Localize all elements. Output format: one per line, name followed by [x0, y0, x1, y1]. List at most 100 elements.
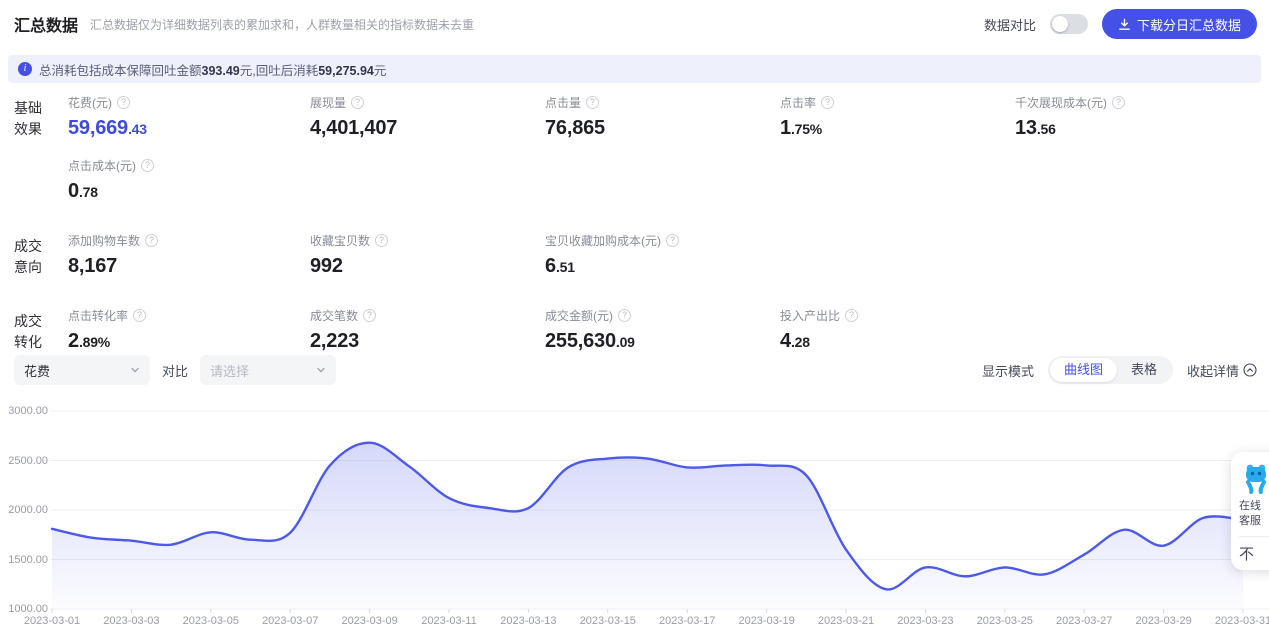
metric-value: 13.56: [1015, 117, 1056, 139]
chart-controls: 花费 对比 请选择 显示模式 曲线图 表格 收起详情: [14, 355, 1257, 385]
download-button-label: 下载分日汇总数据: [1136, 17, 1241, 33]
metric-card: 宝贝收藏加购成本(元) ? 6.51: [545, 231, 780, 278]
display-mode-segmented: 曲线图 表格: [1047, 356, 1173, 384]
collapse-details-label: 收起详情: [1186, 363, 1239, 379]
x-axis-label: 2023-03-05: [182, 615, 239, 627]
data-compare-label: 数据对比: [983, 17, 1036, 33]
metric-card: 点击率 ? 1.75%: [780, 93, 1015, 140]
spend-trend-chart: 3000.00 2500.00 2000.00 1500.00 1000.00 2023-…: [0, 400, 1269, 635]
y-axis-label: 1000.00: [8, 603, 48, 615]
header-actions: 数据对比 下载分日汇总数据: [984, 9, 1257, 39]
metric-label: 花费(元): [68, 95, 112, 110]
metric-card: 添加购物车数 ? 8,167: [68, 231, 310, 278]
page-title: 汇总数据: [14, 18, 79, 35]
metric-value: 2.89%: [68, 330, 111, 352]
help-icon[interactable]: ?: [666, 233, 679, 247]
metrics-sections: 基础 效果 花费(元) ? 59,669.43 展现量 ? 4,401,407 点…: [14, 93, 1269, 381]
customer-service-mascot-icon: [1246, 464, 1266, 494]
x-axis-label: 2023-03-03: [103, 615, 160, 627]
metric-label: 宝贝收藏加购成本(元): [545, 233, 661, 248]
circle-chevron-up-icon: [1243, 363, 1257, 377]
metric-card: 点击成本(元) ? 0.78: [68, 156, 310, 203]
area-fill: [52, 442, 1243, 609]
metric-value: 1.75%: [780, 117, 823, 139]
metric-label: 收藏宝贝数: [310, 233, 371, 248]
x-axis-label: 2023-03-07: [262, 615, 319, 627]
data-compare-toggle[interactable]: [1049, 14, 1088, 34]
metric-card: 点击转化率 ? 2.89%: [68, 306, 310, 353]
metric-label: 展现量: [310, 95, 347, 110]
x-axis-label: 2023-03-13: [500, 615, 557, 627]
metric-label: 点击率: [780, 95, 817, 110]
help-icon[interactable]: ?: [586, 95, 600, 109]
help-icon[interactable]: ?: [145, 233, 159, 247]
header: 汇总数据 汇总数据仅为详细数据列表的累加求和，人群数量相关的指标数据未去重 数据…: [0, 0, 1269, 48]
y-axis-label: 2000.00: [8, 504, 48, 516]
metric-card: 花费(元) ? 59,669.43: [68, 93, 310, 140]
help-icon[interactable]: ?: [375, 233, 389, 247]
help-icon[interactable]: ?: [133, 308, 147, 322]
metric-value: 4,401,407: [310, 117, 398, 139]
notice-bar: i 总消耗包括成本保障回吐金额393.49元,回吐后消耗59,275.94元: [8, 55, 1261, 83]
notice-text: 总消耗包括成本保障回吐金额393.49元,回吐后消耗59,275.94元: [39, 63, 387, 78]
display-mode-group: 显示模式 曲线图 表格 收起详情: [982, 356, 1257, 384]
metric-value: 4.28: [780, 330, 810, 352]
help-icon[interactable]: ?: [117, 95, 130, 109]
chevron-down-icon: [317, 367, 325, 373]
metric-value: 59,669.43: [68, 117, 147, 139]
divider: [1239, 536, 1269, 537]
customer-service-widget[interactable]: 在线 客服 不: [1231, 452, 1269, 570]
collapse-details-button[interactable]: 收起详情: [1187, 361, 1257, 380]
metric-card: 收藏宝贝数 ? 992: [310, 231, 545, 278]
help-icon[interactable]: ?: [821, 95, 835, 109]
y-axis-label: 1500.00: [8, 553, 48, 566]
display-mode-active[interactable]: 曲线图: [1049, 358, 1117, 382]
help-icon[interactable]: ?: [363, 308, 377, 322]
help-icon[interactable]: ?: [845, 308, 859, 322]
help-icon[interactable]: ?: [141, 158, 154, 172]
metric-label: 千次展现成本(元): [1015, 95, 1107, 110]
metric-card: 展现量 ? 4,401,407: [310, 93, 545, 140]
metric-label: 添加购物车数: [68, 233, 141, 248]
metric-card: 成交笔数 ? 2,223: [310, 306, 545, 353]
metric-label: 成交笔数: [310, 308, 359, 323]
x-axis-label: 2023-03-15: [579, 615, 636, 627]
metric-value: 0.78: [68, 180, 98, 202]
metric-value: 6.51: [545, 255, 575, 277]
metric-row: 花费(元) ? 59,669.43 展现量 ? 4,401,407 点击量 ? …: [68, 93, 1269, 140]
metric-card: 成交金额(元) ? 255,630.09: [545, 306, 780, 353]
customer-service-label: 在线 客服: [1239, 500, 1261, 527]
line-chart-canvas: [50, 410, 1269, 613]
x-axis-label: 2023-03-31: [1214, 615, 1269, 627]
compare-select[interactable]: 请选择: [200, 355, 337, 385]
compare-select-placeholder: 请选择: [210, 363, 250, 379]
help-icon[interactable]: ?: [618, 308, 631, 322]
x-axis-label: 2023-03-17: [659, 615, 716, 627]
metric-label: 点击成本(元): [68, 158, 136, 173]
metric-select[interactable]: 花费: [14, 355, 150, 385]
metric-label: 投入产出比: [780, 308, 841, 323]
metric-value: 992: [310, 255, 343, 277]
metric-label: 点击转化率: [68, 308, 129, 323]
x-axis-label: 2023-03-29: [1135, 615, 1192, 627]
metric-value: 76,865: [545, 117, 605, 139]
x-axis-label: 2023-03-01: [23, 615, 81, 627]
x-axis-label: 2023-03-11: [421, 615, 477, 627]
help-icon[interactable]: ?: [351, 95, 365, 109]
info-icon: i: [18, 62, 32, 76]
download-icon: [1119, 18, 1130, 30]
download-daily-summary-button[interactable]: 下载分日汇总数据: [1101, 9, 1257, 39]
x-axis-label: 2023-03-27: [1056, 615, 1113, 627]
display-mode-label: 显示模式: [981, 363, 1034, 379]
x-axis-label: 2023-03-19: [738, 615, 795, 627]
metric-row: 点击转化率 ? 2.89% 成交笔数 ? 2,223 成交金额(元) ? 255…: [68, 306, 1269, 353]
x-axis-label: 2023-03-25: [976, 615, 1033, 627]
metric-select-value: 花费: [24, 363, 51, 379]
metric-card: 千次展现成本(元) ? 13.56: [1015, 93, 1269, 140]
metric-section: 基础 效果 花费(元) ? 59,669.43 展现量 ? 4,401,407 点…: [14, 93, 1269, 219]
help-icon[interactable]: ?: [1112, 95, 1125, 109]
section-title: 成交 意向: [14, 238, 42, 275]
display-mode-option[interactable]: 表格: [1117, 358, 1171, 382]
metric-label: 点击量: [545, 95, 582, 110]
x-axis-label: 2023-03-09: [341, 615, 398, 627]
